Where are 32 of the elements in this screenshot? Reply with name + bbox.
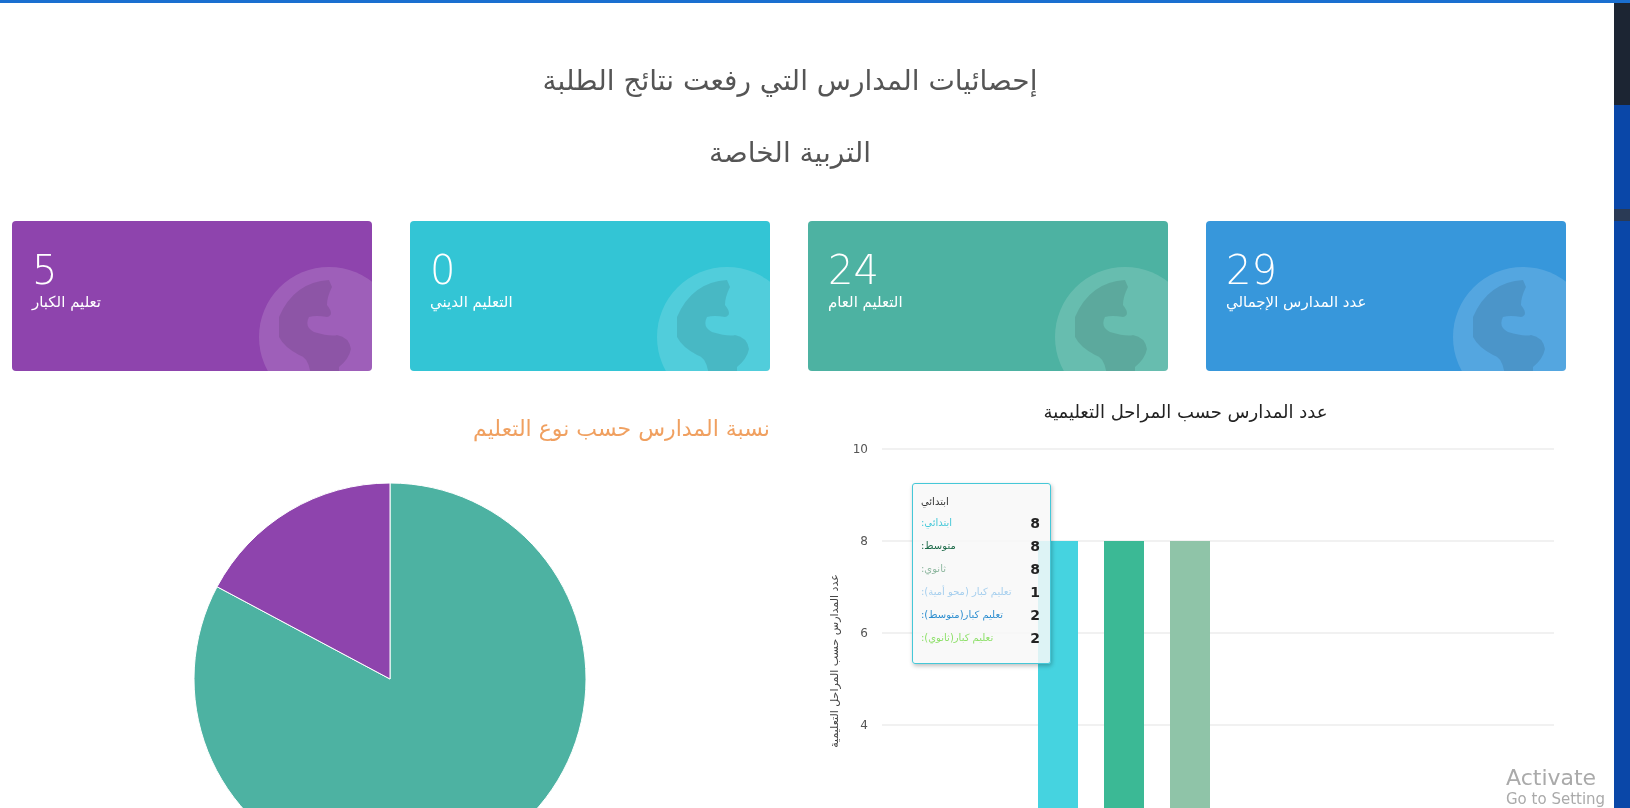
- stat-label: تعليم الكبار: [32, 293, 102, 311]
- tooltip-label: ابتدائي:: [921, 517, 953, 528]
- tooltip-label: تعليم كبار(ثانوي):: [921, 632, 994, 643]
- tooltip-value: 8: [1030, 514, 1040, 531]
- stat-value: 24: [828, 247, 879, 293]
- axis-tick-label: 10: [852, 442, 868, 456]
- chart-title: نسبة المدارس حسب نوع التعليم: [473, 416, 770, 444]
- tooltip-value: 8: [1030, 537, 1040, 554]
- stat-value: 5: [32, 247, 58, 293]
- axis-tick-label: 4: [860, 718, 868, 732]
- chart-title: عدد المدارس حسب المراحل التعليمية: [1043, 401, 1328, 425]
- tooltip-label: متوسط:: [921, 540, 956, 551]
- tooltip-value: 1: [1030, 583, 1040, 600]
- tooltip-label: تعليم كبار(متوسط):: [921, 609, 1003, 620]
- page-title: إحصائيات المدارس التي رفعت نتائج الطلبة: [541, 64, 1039, 97]
- tooltip-value: 8: [1030, 560, 1040, 577]
- tooltip-value: 2: [1030, 629, 1040, 646]
- tooltip-label: ثانوي:: [921, 563, 946, 574]
- axis-title: عدد المدارس حسب المراحل التعليمية: [828, 574, 841, 748]
- stat-value: 0: [430, 247, 456, 293]
- axis-tick-label: 6: [860, 626, 868, 640]
- activation-hint: Go to Setting: [1506, 790, 1607, 808]
- stat-label: التعليم الديني: [430, 293, 513, 311]
- page-subtitle: التربية الخاصة: [707, 136, 873, 169]
- stat-label: التعليم العام: [828, 293, 903, 311]
- stat-label: عدد المدارس الإجمالي: [1226, 293, 1367, 311]
- axis-tick-label: 8: [860, 534, 868, 548]
- tooltip-title: ابتدائي: [921, 496, 949, 507]
- tooltip-label: تعليم كبار (محو أمية):: [921, 586, 1012, 597]
- stat-value: 29: [1226, 247, 1277, 293]
- activation-title: Activate: [1506, 765, 1598, 790]
- tooltip-value: 2: [1030, 606, 1040, 623]
